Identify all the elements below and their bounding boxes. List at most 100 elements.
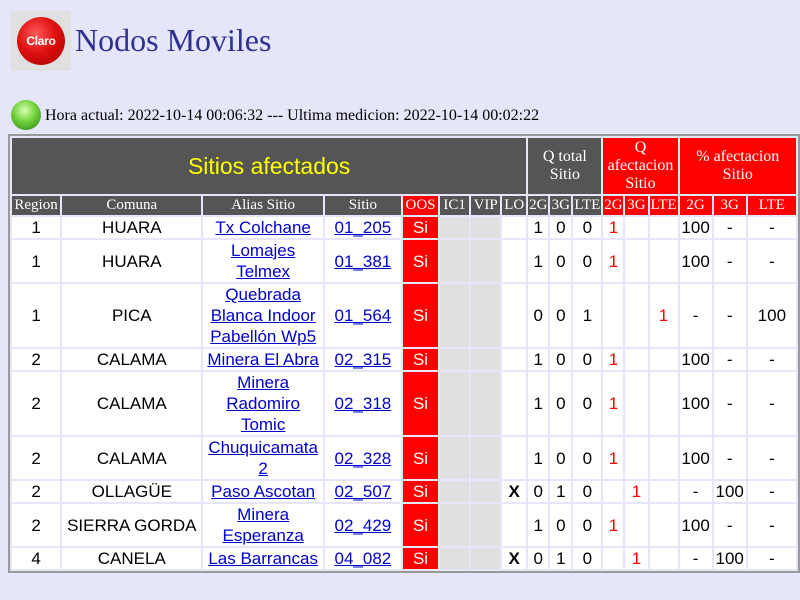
cell-comuna: CALAMA: [62, 437, 202, 479]
cell-ic1: [440, 240, 470, 282]
col-header-alias: Alias Sitio: [203, 196, 323, 215]
cell-ic1: [440, 481, 470, 502]
col-header-oos: OOS: [402, 196, 439, 215]
green-led-icon: [11, 100, 41, 130]
logo-text: Claro: [26, 34, 56, 48]
cell-qa-2g: 1: [603, 437, 624, 479]
cell-sitio-link[interactable]: 02_328: [335, 449, 392, 468]
cell-region: 2: [12, 372, 61, 435]
col-header-lo: LO: [502, 196, 527, 215]
cell-sitio-link[interactable]: 01_205: [335, 218, 392, 237]
cell-qa-2g: 1: [603, 372, 624, 435]
cell-pct-2g: 100: [679, 240, 712, 282]
col-header-qt-3g: 3G: [550, 196, 572, 215]
col-header-qa-lte: LTE: [649, 196, 678, 215]
col-header-pct-lte: LTE: [747, 196, 796, 215]
cell-qa-lte: [649, 548, 678, 569]
cell-sitio-link[interactable]: 02_507: [335, 482, 392, 501]
cell-lo: X: [502, 548, 527, 569]
cell-ic1: [440, 548, 470, 569]
cell-sitio-link[interactable]: 01_381: [335, 252, 392, 271]
cell-pct-2g: -: [679, 481, 712, 502]
cell-qa-3g: 1: [625, 481, 648, 502]
cell-alias-link[interactable]: Minera Esperanza: [223, 505, 304, 545]
cell-qa-lte: [649, 481, 678, 502]
cell-region: 2: [12, 437, 61, 479]
cell-pct-3g: 100: [713, 481, 746, 502]
col-header-pct-2g: 2G: [679, 196, 712, 215]
cell-lo: X: [502, 481, 527, 502]
cell-lo: [502, 240, 527, 282]
cell-alias: Paso Ascotan: [203, 481, 323, 502]
cell-lo: [502, 349, 527, 370]
cell-alias-link[interactable]: Minera El Abra: [207, 350, 319, 369]
cell-qa-2g: 1: [603, 217, 624, 238]
cell-qt-2g: 1: [528, 437, 549, 479]
cell-qt-2g: 0: [528, 548, 549, 569]
cell-qa-2g: [603, 481, 624, 502]
cell-ic1: [440, 437, 470, 479]
cell-vip: [471, 437, 501, 479]
table-row: 2 OLLAGÜE Paso Ascotan 02_507 Si X 0 1 0 1-100-: [12, 481, 796, 502]
cell-qt-3g: 0: [550, 349, 572, 370]
cell-qa-3g: [625, 504, 648, 546]
cell-region: 2: [12, 481, 61, 502]
cell-qt-3g: 0: [550, 372, 572, 435]
cell-sitio-link[interactable]: 02_315: [335, 350, 392, 369]
cell-pct-2g: 100: [679, 217, 712, 238]
table-row: 1 HUARA Lomajes Telmex 01_381 Si 1 0 0 1 100- -: [12, 240, 796, 282]
cell-qt-3g: 1: [550, 548, 572, 569]
table-title: Sitios afectados: [12, 138, 527, 194]
cell-pct-3g: -: [713, 437, 746, 479]
cell-comuna: CALAMA: [62, 349, 202, 370]
cell-region: 1: [12, 284, 61, 347]
cell-alias-link[interactable]: Las Barrancas: [208, 549, 318, 568]
cell-qa-2g: [603, 548, 624, 569]
cell-qt-3g: 0: [550, 217, 572, 238]
cell-pct-lte: 100: [747, 284, 796, 347]
cell-alias: Las Barrancas: [203, 548, 323, 569]
cell-alias-link[interactable]: Chuquicamata 2: [208, 438, 318, 478]
col-header-qt-lte: LTE: [573, 196, 602, 215]
cell-qt-2g: 1: [528, 240, 549, 282]
cell-alias: Chuquicamata 2: [203, 437, 323, 479]
affected-sites-table: Sitios afectados Q total Sitio Q afectac…: [8, 134, 800, 573]
cell-oos: Si: [402, 504, 439, 546]
cell-alias: Minera El Abra: [203, 349, 323, 370]
cell-sitio: 02_318: [324, 372, 401, 435]
cell-pct-3g: -: [713, 349, 746, 370]
table-row: 2 SIERRA GORDA Minera Esperanza 02_429 Si 1 0 0…: [12, 504, 796, 546]
cell-pct-2g: -: [679, 548, 712, 569]
cell-alias-link[interactable]: Minera Radomiro Tomic: [226, 373, 300, 434]
cell-vip: [471, 217, 501, 238]
cell-sitio-link[interactable]: 04_082: [335, 549, 392, 568]
cell-oos: Si: [402, 284, 439, 347]
cell-pct-2g: 100: [679, 372, 712, 435]
cell-qa-lte: [649, 217, 678, 238]
cell-sitio: 02_315: [324, 349, 401, 370]
status-text: Hora actual: 2022-10-14 00:06:32 --- Ult…: [45, 107, 540, 124]
cell-lo: [502, 284, 527, 347]
cell-region: 2: [12, 349, 61, 370]
cell-qa-3g: [625, 217, 648, 238]
col-header-ic1: IC1: [440, 196, 470, 215]
cell-comuna: CALAMA: [62, 372, 202, 435]
table-row: 1 HUARA Tx Colchane 01_205 Si 1 0 0 1 100- -: [12, 217, 796, 238]
cell-sitio-link[interactable]: 02_429: [335, 516, 392, 535]
cell-alias-link[interactable]: Tx Colchane: [215, 218, 310, 237]
cell-sitio-link[interactable]: 01_564: [335, 306, 392, 325]
cell-sitio-link[interactable]: 02_318: [335, 394, 392, 413]
cell-pct-3g: -: [713, 217, 746, 238]
cell-qt-3g: 1: [550, 481, 572, 502]
cell-pct-2g: 100: [679, 349, 712, 370]
table-row: 2 CALAMA Chuquicamata 2 02_328 Si 1 0 0 1 100- -: [12, 437, 796, 479]
cell-ic1: [440, 372, 470, 435]
cell-sitio: 02_507: [324, 481, 401, 502]
cell-region: 4: [12, 548, 61, 569]
cell-alias-link[interactable]: Quebrada Blanca Indoor Pabellón Wp5: [210, 285, 316, 346]
cell-qt-lte: 0: [573, 372, 602, 435]
cell-oos: Si: [402, 240, 439, 282]
cell-alias-link[interactable]: Paso Ascotan: [211, 482, 315, 501]
cell-qa-2g: 1: [603, 504, 624, 546]
cell-alias-link[interactable]: Lomajes Telmex: [231, 241, 295, 281]
